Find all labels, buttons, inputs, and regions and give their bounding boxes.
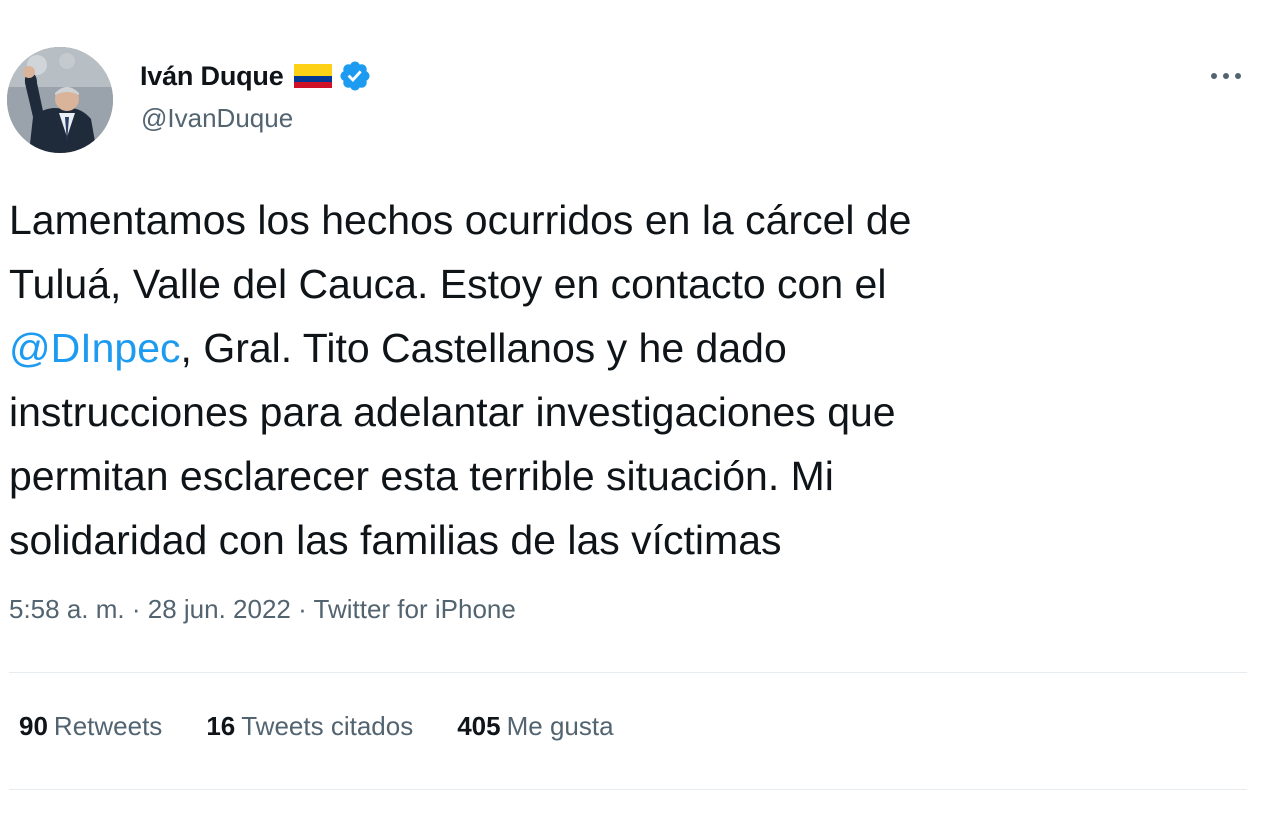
- tweet-text-part: Lamentamos los hechos ocurridos en la cá…: [9, 197, 912, 307]
- tweet-date[interactable]: 28 jun. 2022: [148, 594, 291, 624]
- likes-stat[interactable]: 405 Me gusta: [457, 711, 613, 742]
- divider: [9, 789, 1247, 790]
- mention-link[interactable]: @DInpec: [9, 325, 181, 371]
- divider: [9, 672, 1247, 673]
- colombia-flag-icon: [293, 64, 332, 88]
- tweet-time[interactable]: 5:58 a. m.: [9, 594, 125, 624]
- quote-tweets-label: Tweets citados: [241, 711, 414, 741]
- retweets-stat[interactable]: 90 Retweets: [19, 711, 162, 742]
- quote-tweets-count: 16: [206, 711, 236, 741]
- tweet-metadata: 5:58 a. m. · 28 jun. 2022 · Twitter for …: [9, 594, 516, 625]
- display-name[interactable]: Iván Duque: [140, 61, 284, 92]
- likes-label: Me gusta: [506, 711, 614, 741]
- meta-separator: ·: [290, 594, 314, 624]
- user-handle[interactable]: @IvanDuque: [141, 103, 293, 134]
- author-name-row: Iván Duque: [140, 58, 372, 94]
- tweet-card: Iván Duque @IvanDuque Lamentamos los hec…: [0, 0, 1280, 813]
- avatar[interactable]: [7, 47, 113, 153]
- tweet-text: Lamentamos los hechos ocurridos en la cá…: [9, 188, 1239, 572]
- quote-tweets-stat[interactable]: 16 Tweets citados: [206, 711, 413, 742]
- profile-photo: [7, 47, 113, 153]
- likes-count: 405: [457, 711, 501, 741]
- retweets-count: 90: [19, 711, 48, 741]
- tweet-source[interactable]: Twitter for iPhone: [314, 594, 516, 624]
- engagement-stats: 90 Retweets 16 Tweets citados 405 Me gus…: [19, 711, 658, 742]
- verified-badge-icon: [338, 59, 372, 93]
- meta-separator: ·: [124, 594, 148, 624]
- more-options-icon[interactable]: [1204, 60, 1248, 92]
- retweets-label: Retweets: [53, 711, 163, 741]
